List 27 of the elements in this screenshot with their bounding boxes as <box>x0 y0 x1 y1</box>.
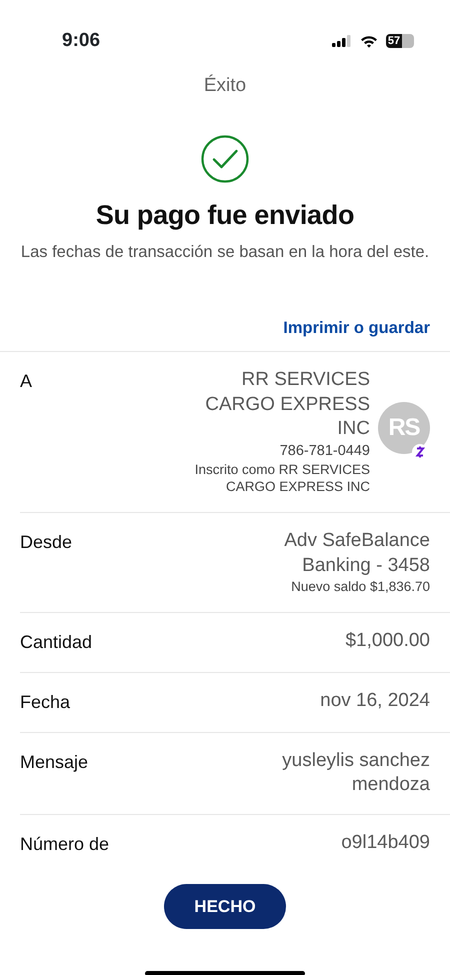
done-button[interactable]: HECHO <box>164 884 286 930</box>
wifi-icon <box>360 34 378 48</box>
zelle-badge-icon <box>412 444 428 460</box>
detail-value: o9l14b409 <box>341 831 430 856</box>
new-balance: Nuevo saldo $1,836.70 <box>291 578 430 596</box>
detail-label: Cantidad <box>20 630 92 654</box>
detail-label: Desde <box>20 530 72 554</box>
detail-label: Número de <box>20 833 110 856</box>
detail-value: yusleylis sanchez mendoza <box>281 748 430 798</box>
signal-icon <box>332 35 352 47</box>
recipient-phone: 786-781-0449 <box>280 442 370 461</box>
detail-value: nov 16, 2024 <box>320 688 430 713</box>
timezone-note: Las fechas de transacción se basan en la hora del este. <box>20 242 430 263</box>
page-title: Éxito <box>202 74 248 98</box>
enrolled-name: Inscrito como RR SERVICES CARGO EXPRESS INC <box>194 460 370 496</box>
avatar: RS <box>378 402 430 454</box>
account-name: Adv SafeBalance Banking - 3458 <box>283 528 430 578</box>
status-time: 9:06 <box>62 28 100 53</box>
success-check-icon <box>201 134 249 182</box>
print-or-save-link[interactable]: Imprimir o guardar <box>283 316 430 341</box>
detail-label: Fecha <box>20 690 70 714</box>
detail-value: $1,000.00 <box>345 628 430 653</box>
recipient-name: RR SERVICES CARGO EXPRESS INC <box>204 368 370 442</box>
success-heading: Su pago fue enviado <box>94 198 356 232</box>
detail-label: A <box>20 370 32 393</box>
battery-icon: 57 <box>386 34 414 48</box>
detail-label: Mensaje <box>20 750 88 774</box>
